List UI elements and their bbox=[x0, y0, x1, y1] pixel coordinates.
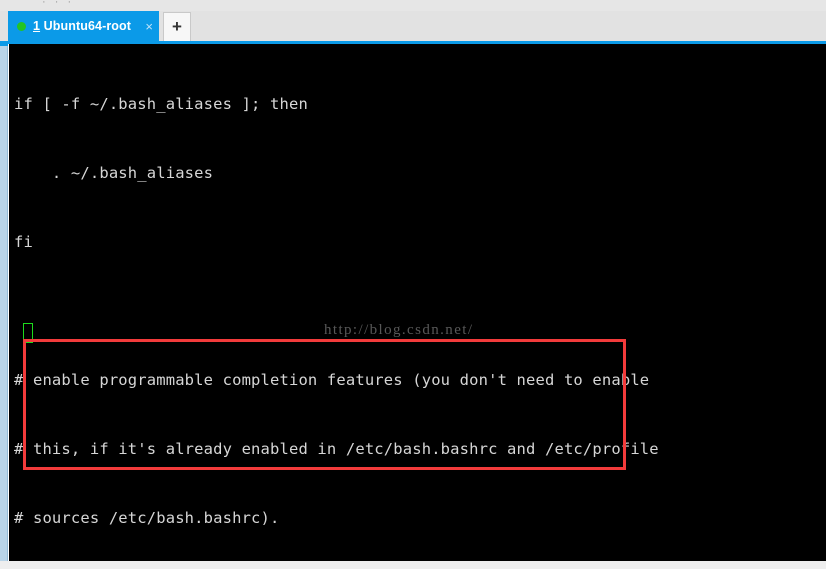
tab-ubuntu64-root[interactable]: 1 Ubuntu64-root × bbox=[8, 11, 159, 41]
close-icon[interactable]: × bbox=[145, 20, 153, 33]
left-gutter-accent bbox=[0, 44, 8, 46]
watermark-text: http://blog.csdn.net/ bbox=[324, 322, 474, 338]
terminal-line: fi bbox=[14, 233, 33, 251]
terminal-line: . ~/.bash_aliases bbox=[14, 164, 214, 182]
tab-title-text: Ubuntu64-root bbox=[40, 19, 132, 33]
window-body: if [ -f ~/.bash_aliases ]; then . ~/.bas… bbox=[0, 44, 826, 569]
tab-mnemonic: 1 bbox=[33, 19, 41, 33]
window-bottom-strip bbox=[0, 561, 826, 569]
tab-title: 1 Ubuntu64-root bbox=[33, 19, 141, 33]
terminal-line: if [ -f ~/.bash_aliases ]; then bbox=[14, 95, 308, 113]
terminal-text: if [ -f ~/.bash_aliases ]; then . ~/.bas… bbox=[14, 47, 659, 561]
terminal-line: # sources /etc/bash.bashrc). bbox=[14, 509, 280, 527]
session-connected-dot-icon bbox=[17, 21, 26, 31]
toolbar-ghost-icons: · · · bbox=[42, 0, 75, 8]
gutter-marks bbox=[0, 424, 8, 569]
text-cursor bbox=[23, 323, 33, 343]
new-tab-button[interactable]: + bbox=[163, 12, 191, 41]
terminal-line: # enable programmable completion feature… bbox=[14, 371, 650, 389]
tab-strip: 1 Ubuntu64-root × + bbox=[0, 11, 826, 44]
terminal-window: · · · 1 Ubuntu64-root × + if [ -f ~/.bas… bbox=[0, 0, 826, 569]
terminal-screen[interactable]: if [ -f ~/.bash_aliases ]; then . ~/.bas… bbox=[9, 44, 826, 561]
terminal-line: # this, if it's already enabled in /etc/… bbox=[14, 440, 659, 458]
